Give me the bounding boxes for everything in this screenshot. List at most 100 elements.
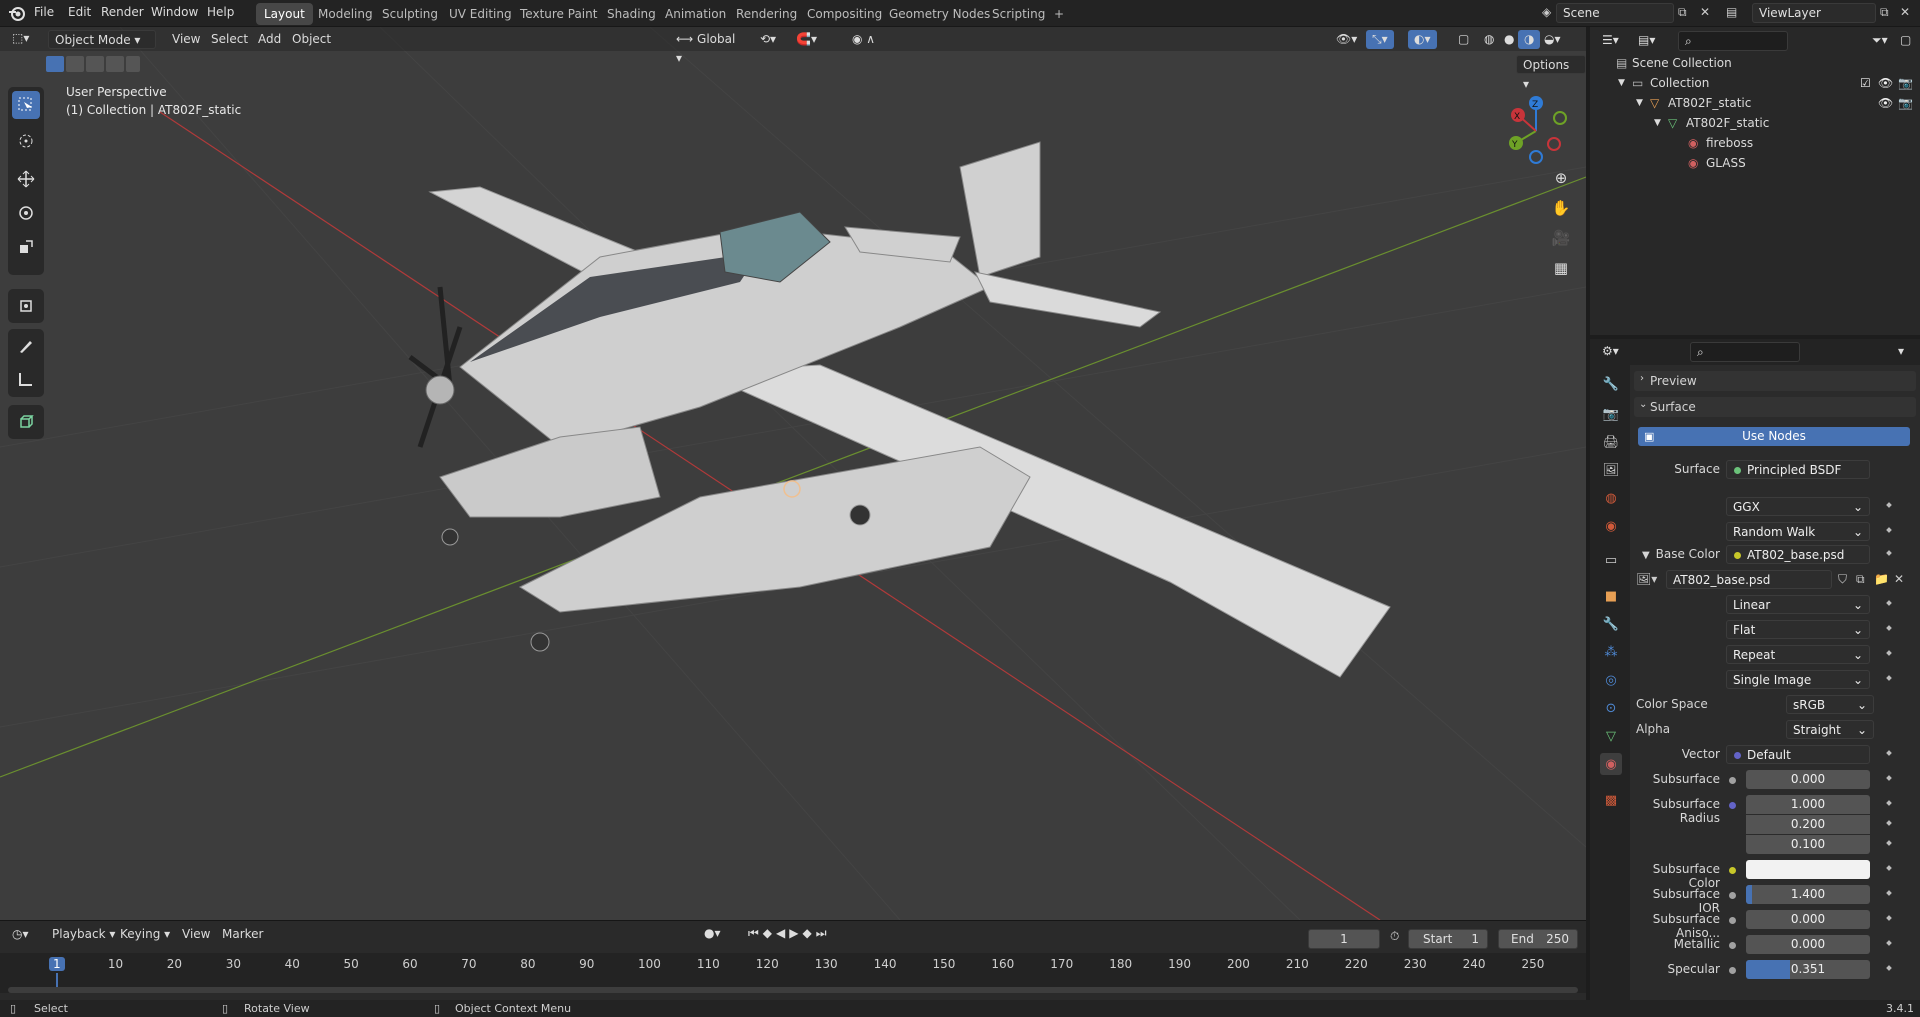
keyframe-decorator-icon[interactable] bbox=[1886, 675, 1892, 681]
move-tool-icon[interactable] bbox=[12, 165, 40, 193]
keyframe-decorator-icon[interactable] bbox=[1886, 750, 1892, 756]
menu-file[interactable]: File bbox=[34, 5, 54, 19]
tab-modeling[interactable]: Modeling bbox=[310, 3, 381, 25]
tool-tab-icon[interactable]: 🔧 bbox=[1600, 373, 1622, 395]
image-name-field[interactable]: AT802_base.psd bbox=[1666, 570, 1832, 589]
new-scene-icon[interactable]: ⧉ bbox=[1678, 5, 1687, 20]
subsurface-color-swatch[interactable] bbox=[1746, 860, 1870, 879]
blender-logo-icon[interactable] bbox=[8, 4, 26, 25]
color-space-dropdown[interactable]: sRGB ⌄ bbox=[1786, 695, 1874, 714]
keyframe-decorator-icon[interactable] bbox=[1886, 502, 1892, 508]
alpha-dropdown[interactable]: Straight ⌄ bbox=[1786, 720, 1874, 739]
object-mode-selector[interactable]: Object Mode ▾ bbox=[48, 30, 156, 49]
unlink-image-icon[interactable]: ✕ bbox=[1894, 572, 1904, 586]
keyframe-decorator-icon[interactable] bbox=[1886, 625, 1892, 631]
display-mode-icon[interactable]: ▤▾ bbox=[1638, 33, 1655, 47]
fake-user-shield-icon[interactable]: ⛉ bbox=[1838, 572, 1847, 587]
properties-search-input[interactable]: ⌕ bbox=[1690, 342, 1800, 362]
properties-options-icon[interactable]: ▾ bbox=[1898, 344, 1904, 358]
end-frame-field[interactable]: End 250 bbox=[1498, 929, 1578, 949]
particles-tab-icon[interactable]: ⁂ bbox=[1600, 641, 1622, 663]
expand-arrow-icon[interactable]: ▼ bbox=[1618, 73, 1625, 93]
interpolation-dropdown[interactable]: Linear ⌄ bbox=[1726, 595, 1870, 614]
surface-shader-field[interactable]: Principled BSDF bbox=[1726, 460, 1870, 479]
keyframe-decorator-icon[interactable] bbox=[1886, 890, 1892, 896]
distribution-dropdown[interactable]: GGX ⌄ bbox=[1726, 497, 1870, 516]
editor-type-icon[interactable]: ⬚▾ bbox=[12, 31, 29, 45]
menu-render[interactable]: Render bbox=[101, 5, 144, 19]
subsurface-field[interactable]: 0.000 bbox=[1746, 770, 1870, 789]
keyframe-decorator-icon[interactable] bbox=[1886, 800, 1892, 806]
base-color-field[interactable]: AT802_base.psd bbox=[1726, 545, 1870, 564]
navigation-gizmo[interactable]: Z Y X bbox=[1496, 91, 1576, 171]
viewport-menu-object[interactable]: Object bbox=[286, 30, 337, 49]
zoom-icon[interactable]: ⊕ bbox=[1548, 165, 1574, 191]
properties-editor-type-icon[interactable]: ⚙▾ bbox=[1602, 344, 1619, 358]
scene-selector[interactable]: Scene bbox=[1556, 3, 1674, 23]
scene-tab-icon[interactable]: ◍ bbox=[1600, 487, 1622, 509]
timeline-menu-view[interactable]: View bbox=[176, 925, 216, 944]
tab-geometry-nodes[interactable]: Geometry Nodes bbox=[881, 3, 998, 25]
extension-dropdown[interactable]: Repeat ⌄ bbox=[1726, 645, 1870, 664]
overlay-toggle-icon[interactable]: ◐▾ bbox=[1408, 30, 1437, 49]
viewport-menu-add[interactable]: Add bbox=[252, 30, 287, 49]
keyframe-decorator-icon[interactable] bbox=[1886, 527, 1892, 533]
new-view-layer-icon[interactable]: ⧉ bbox=[1880, 5, 1889, 20]
select-new-icon[interactable] bbox=[46, 56, 64, 72]
surface-panel-header[interactable]: ⌄ Surface bbox=[1634, 397, 1916, 417]
keyframe-decorator-icon[interactable] bbox=[1886, 940, 1892, 946]
record-icon[interactable]: ●▾ bbox=[704, 926, 721, 940]
ortho-grid-icon[interactable]: ▦ bbox=[1548, 255, 1574, 281]
filter-icon[interactable]: ⏷▾ bbox=[1872, 33, 1888, 48]
outliner-row-scene-collection[interactable]: ▤ Scene Collection bbox=[1590, 53, 1920, 73]
viewport-menu-view[interactable]: View bbox=[166, 30, 206, 49]
image-browse-icon[interactable]: 🖼▾ bbox=[1636, 572, 1657, 586]
outliner-row-collection[interactable]: ▼ ▭ Collection ☑ 👁 📷 bbox=[1590, 73, 1920, 93]
keyframe-decorator-icon[interactable] bbox=[1886, 550, 1892, 556]
keyframe-decorator-icon[interactable] bbox=[1886, 820, 1892, 826]
source-dropdown[interactable]: Single Image ⌄ bbox=[1726, 670, 1870, 689]
outliner-row-mesh-data[interactable]: ▼ ▽ AT802F_static bbox=[1590, 113, 1920, 133]
select-box-tool-icon[interactable] bbox=[12, 91, 40, 119]
current-frame-field[interactable]: 1 bbox=[1308, 929, 1380, 949]
subsurface-radius-x-field[interactable]: 1.000 bbox=[1746, 795, 1870, 814]
timeline-scrollbar[interactable] bbox=[8, 987, 1578, 993]
keyframe-decorator-icon[interactable] bbox=[1886, 915, 1892, 921]
specular-slider[interactable]: 0.351 bbox=[1746, 960, 1870, 979]
timeline-menu-keying[interactable]: Keying ▾ bbox=[114, 925, 176, 944]
scene-icon[interactable]: ◈ bbox=[1542, 5, 1551, 19]
menu-help[interactable]: Help bbox=[207, 5, 234, 19]
keyframe-decorator-icon[interactable] bbox=[1886, 600, 1892, 606]
transform-tool-icon[interactable] bbox=[12, 292, 40, 320]
viewport-menu-select[interactable]: Select bbox=[205, 30, 254, 49]
options-button[interactable]: Options ▾ bbox=[1516, 55, 1586, 91]
selection-mode-buttons[interactable] bbox=[46, 56, 140, 74]
start-frame-field[interactable]: Start 1 bbox=[1408, 929, 1488, 949]
outliner-editor-type-icon[interactable]: ☰▾ bbox=[1602, 33, 1619, 47]
vector-field[interactable]: Default bbox=[1726, 745, 1870, 764]
object-tab-icon[interactable]: ■ bbox=[1600, 585, 1622, 607]
camera-view-icon[interactable]: 🎥 bbox=[1548, 225, 1574, 251]
material-tab-icon[interactable]: ◉ bbox=[1600, 753, 1622, 775]
tab-shading[interactable]: Shading bbox=[599, 3, 664, 25]
projection-dropdown[interactable]: Flat ⌄ bbox=[1726, 620, 1870, 639]
expand-arrow-icon[interactable]: ▼ bbox=[1654, 113, 1661, 133]
view-layer-selector[interactable]: ViewLayer bbox=[1752, 3, 1876, 23]
exclude-checkbox-icon[interactable]: ☑ bbox=[1860, 73, 1871, 93]
tab-sculpting[interactable]: Sculpting bbox=[374, 3, 446, 25]
preview-panel-header[interactable]: › Preview bbox=[1634, 371, 1916, 391]
data-tab-icon[interactable]: ▽ bbox=[1600, 725, 1622, 747]
select-subtract-icon[interactable] bbox=[86, 56, 104, 72]
timeline-editor-type-icon[interactable]: ◷▾ bbox=[12, 927, 29, 941]
delete-scene-icon[interactable]: ✕ bbox=[1700, 5, 1710, 19]
tab-layout[interactable]: Layout bbox=[256, 3, 313, 25]
keyframe-decorator-icon[interactable] bbox=[1886, 840, 1892, 846]
subsurface-ior-slider[interactable]: 1.400 bbox=[1746, 885, 1870, 904]
visibility-icon[interactable]: 👁▾ bbox=[1330, 30, 1363, 49]
transform-orientation-selector[interactable]: ⟷ Global ▾ bbox=[670, 30, 748, 65]
measure-tool-icon[interactable] bbox=[12, 365, 40, 393]
tab-compositing[interactable]: Compositing bbox=[799, 3, 890, 25]
select-extend-icon[interactable] bbox=[66, 56, 84, 72]
select-intersect-icon[interactable] bbox=[126, 56, 140, 72]
tab-animation[interactable]: Animation bbox=[657, 3, 734, 25]
